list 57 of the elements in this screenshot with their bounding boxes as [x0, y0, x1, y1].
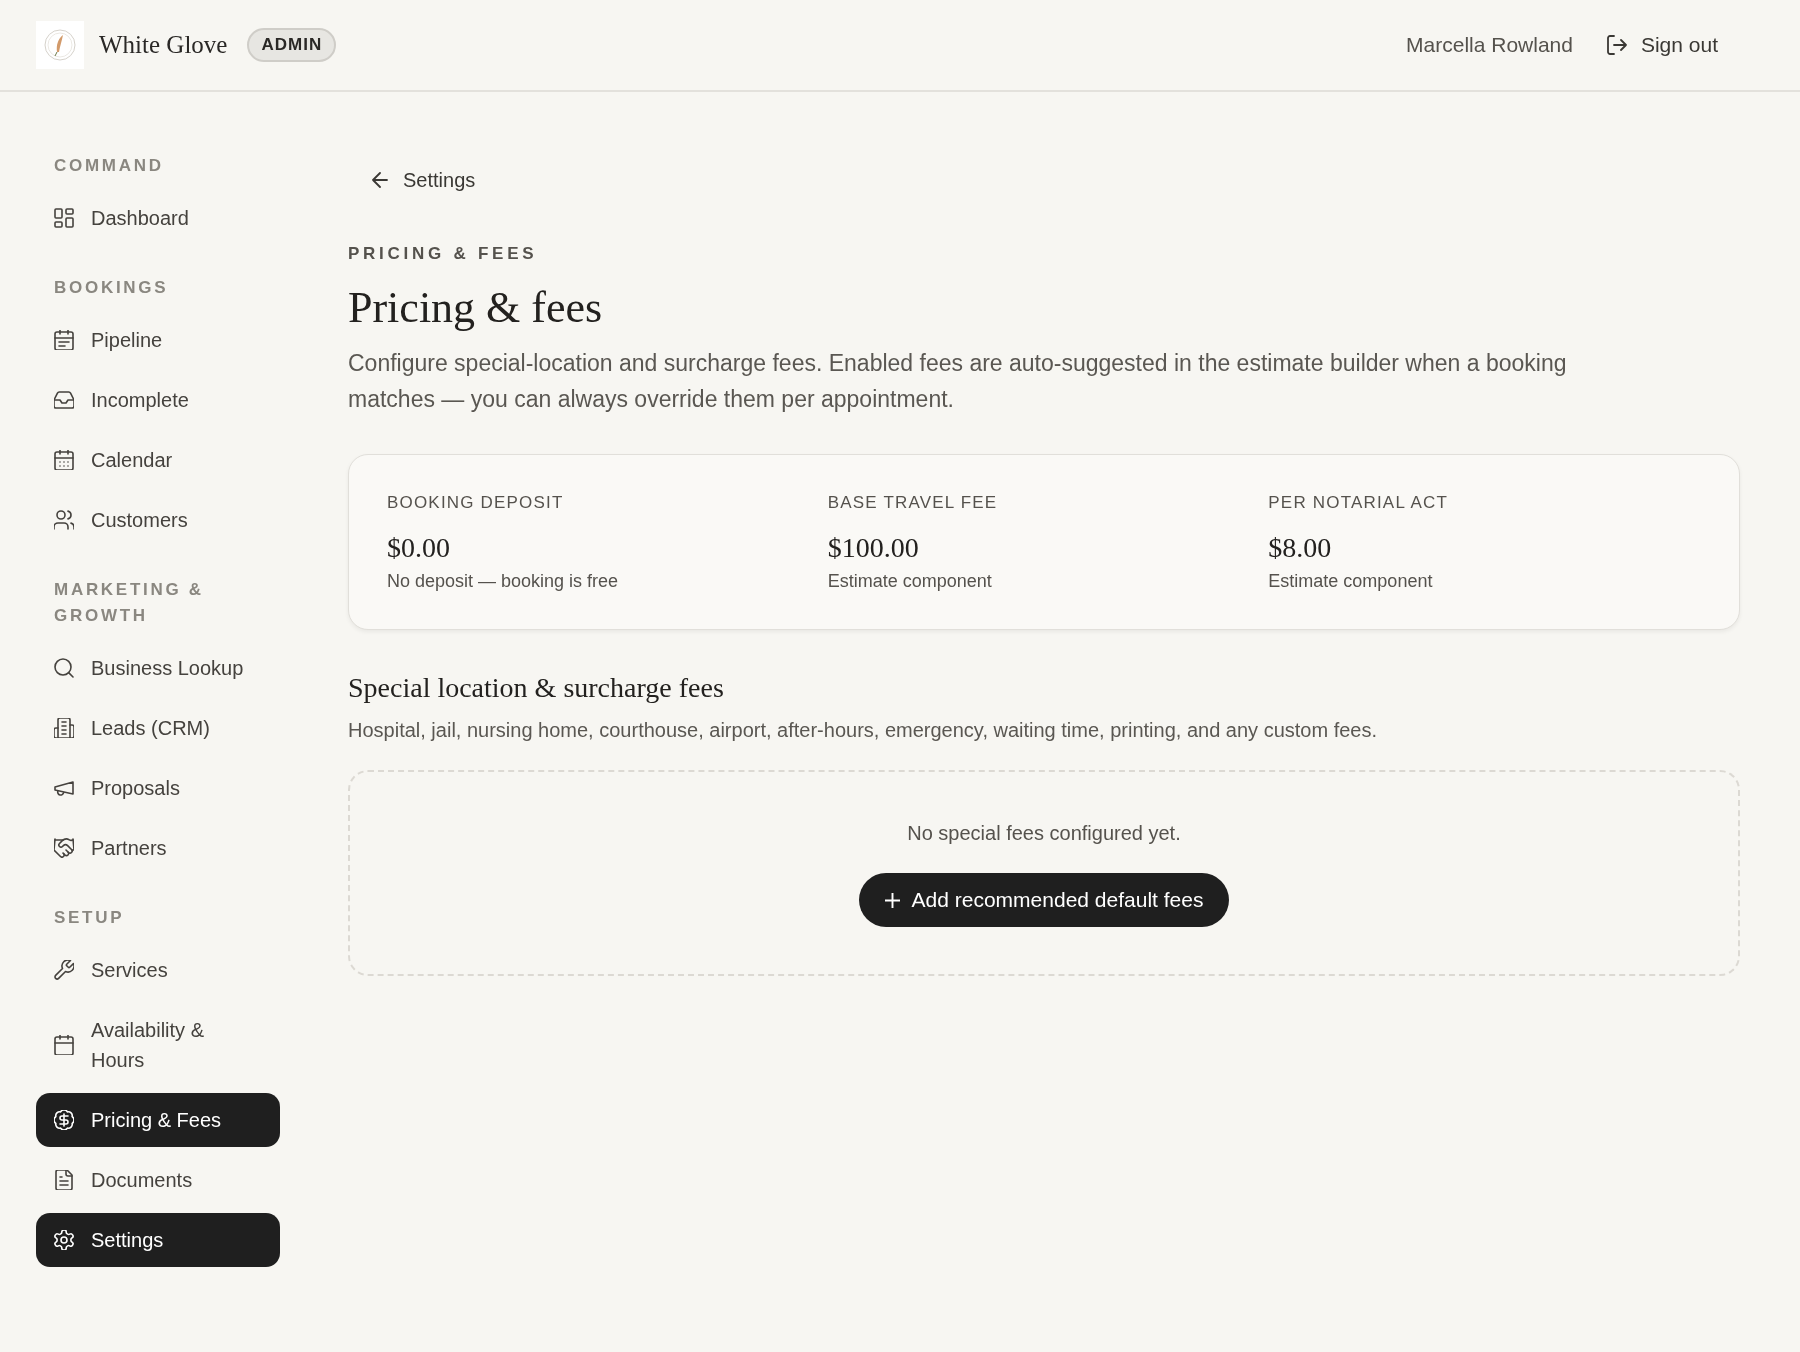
empty-message: No special fees configured yet. [907, 821, 1181, 846]
page-eyebrow: PRICING & FEES [348, 243, 539, 265]
layout-grid-icon [54, 208, 74, 228]
stat-value: $0.00 [387, 531, 451, 565]
back-link[interactable]: Settings [360, 162, 488, 198]
sidebar-item[interactable]: Customers [36, 493, 280, 547]
stat-value: $100.00 [827, 531, 920, 565]
sign-out-icon [1606, 35, 1627, 55]
stat-label: BASE TRAVEL FEE [827, 492, 999, 514]
brand-name: White Glove [99, 31, 228, 59]
nav-section-heading: MARKETING & GROWTH [53, 579, 205, 627]
inbox-icon [54, 390, 74, 410]
calendar-icon [54, 1035, 74, 1055]
stat-value: $8.00 [1268, 531, 1333, 565]
nav-section-heading: SETUP [53, 907, 126, 929]
user-name: Marcella Rowland [1406, 33, 1573, 57]
dollar-badge-icon [54, 1110, 74, 1130]
stat-label: BOOKING DEPOSIT [387, 492, 565, 514]
sidebar-item[interactable]: Calendar [36, 433, 280, 487]
sidebar-item[interactable]: Services [36, 943, 280, 997]
sidebar-item[interactable]: Proposals [36, 761, 280, 815]
wrench-icon [54, 960, 74, 980]
settings-icon [54, 1230, 74, 1250]
calendar-icon [54, 450, 74, 470]
sidebar-item[interactable]: Incomplete [36, 373, 280, 427]
sign-out-button[interactable]: Sign out [1606, 33, 1718, 57]
document-icon [54, 1170, 74, 1190]
arrow-left-icon [372, 172, 388, 188]
sidebar-item[interactable]: Availability & Hours [36, 1003, 280, 1087]
sidebar-item[interactable]: Pricing & Fees [36, 1093, 280, 1147]
plus-icon [884, 892, 900, 908]
sidebar-item[interactable]: Business Lookup [36, 641, 280, 695]
nav-section-heading: COMMAND [53, 155, 165, 177]
sidebar-item[interactable]: Partners [36, 821, 280, 875]
page-description: Configure special-location and surcharge fees. Enabled fees are auto-suggested in the estimate builder when a booking matches — you can always override them per appointment. [348, 349, 1568, 414]
feather-seal-icon [36, 21, 84, 69]
sidebar-item[interactable]: Settings [36, 1213, 280, 1267]
sidebar-item[interactable]: Documents [36, 1153, 280, 1207]
building-icon [54, 718, 74, 738]
stat-note: No deposit — booking is free [387, 570, 620, 593]
calendar-list-icon [54, 330, 74, 350]
stat-note: Estimate component [827, 570, 993, 593]
stat-label: PER NOTARIAL ACT [1268, 492, 1449, 514]
megaphone-icon [54, 778, 74, 798]
role-badge: ADMIN [247, 28, 337, 62]
handshake-icon [54, 838, 74, 858]
section-title: Special location & surcharge fees [348, 671, 725, 705]
sidebar-item[interactable]: Dashboard [36, 191, 280, 245]
stat-note: Estimate component [1268, 570, 1434, 593]
nav-section-heading: BOOKINGS [53, 277, 170, 299]
sidebar-item[interactable]: Leads (CRM) [36, 701, 280, 755]
add-default-fees-button[interactable]: Add recommended default fees [858, 873, 1230, 927]
sidebar-item[interactable]: Pipeline [36, 313, 280, 367]
section-description: Hospital, jail, nursing home, courthouse, airport, after-hours, emergency, waiting time, printing, and any custom fees. [348, 718, 1378, 743]
page-title: Pricing & fees [348, 282, 604, 334]
people-icon [54, 510, 74, 530]
search-icon [54, 658, 74, 678]
